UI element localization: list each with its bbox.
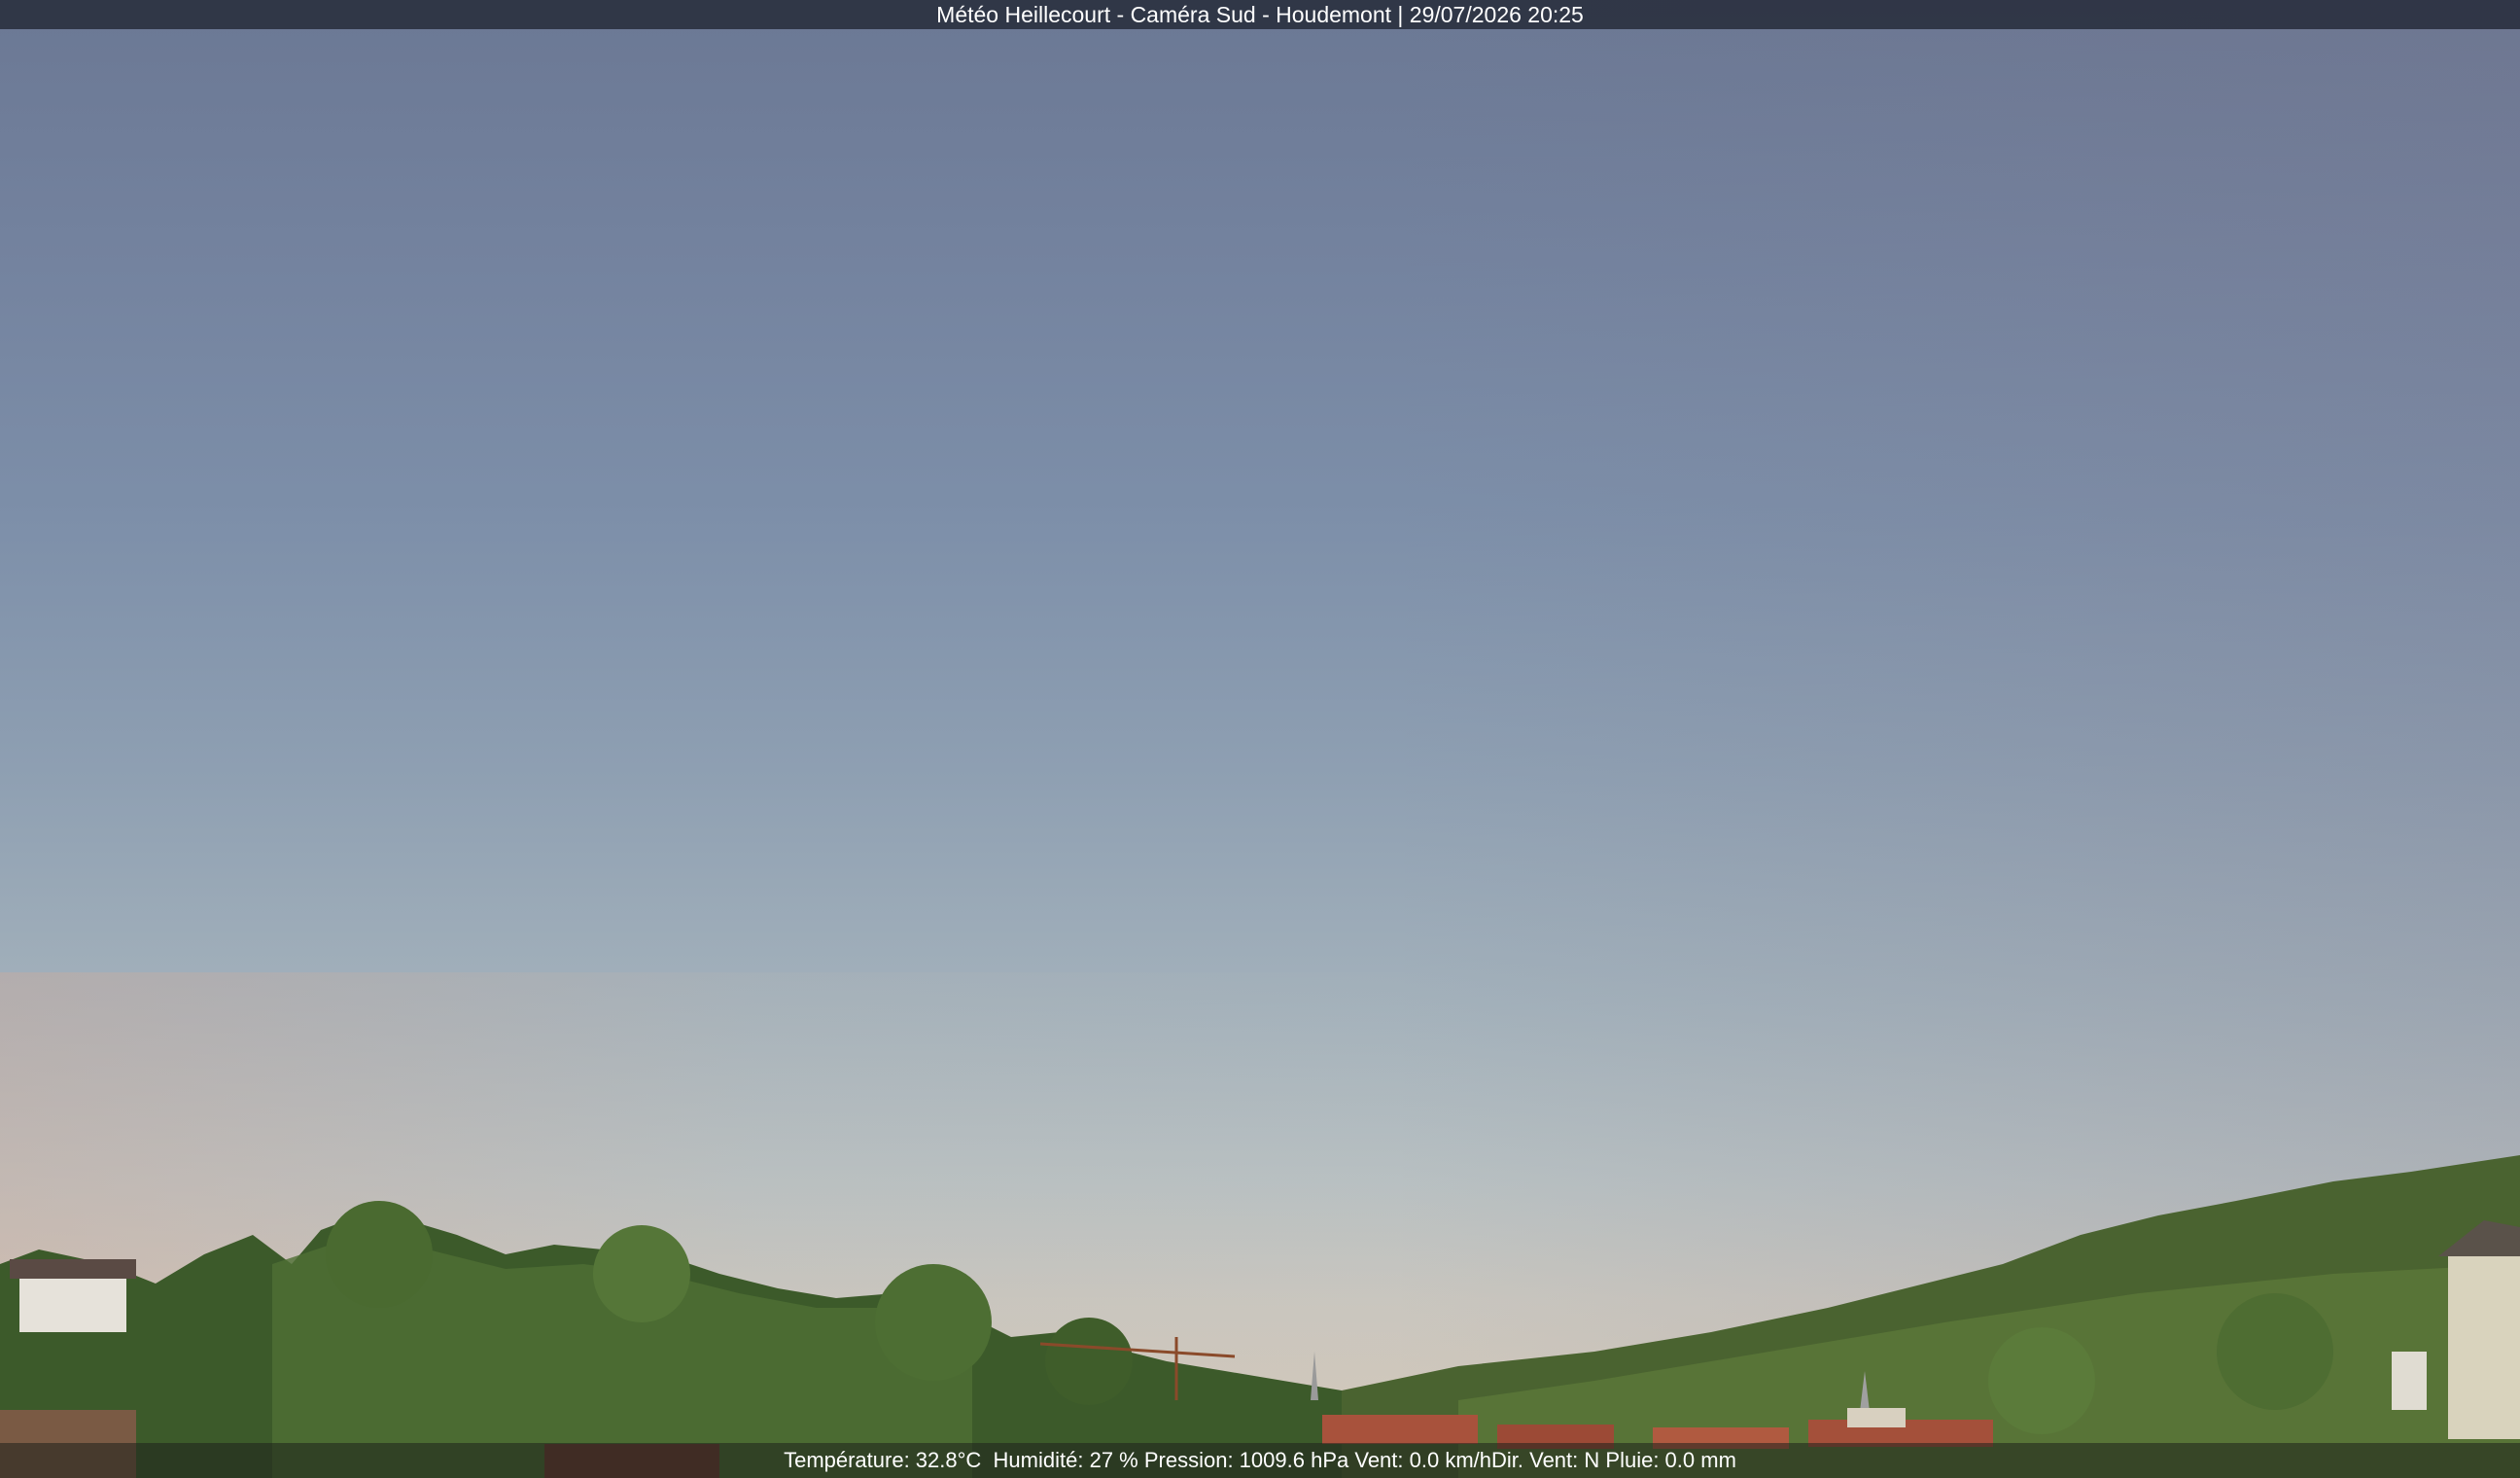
tree-crown — [875, 1264, 992, 1381]
webcam-image: Météo Heillecourt - Caméra Sud - Houdemo… — [0, 0, 2520, 1478]
tree-crown — [1045, 1318, 1133, 1405]
camera-title-bar: Météo Heillecourt - Caméra Sud - Houdemo… — [0, 0, 2520, 29]
house-roof — [10, 1259, 136, 1279]
house-wall — [1847, 1408, 1906, 1427]
building — [2448, 1254, 2520, 1439]
landscape — [0, 1155, 2520, 1478]
tree-crown — [593, 1225, 690, 1322]
house — [19, 1274, 126, 1332]
wind-direction-reading: Dir. Vent: N — [1491, 1448, 1600, 1472]
tree-crown — [326, 1201, 433, 1308]
rooftop — [1322, 1415, 1478, 1444]
rain-reading: Pluie: 0.0 mm — [1605, 1448, 1736, 1472]
tree-crown — [1988, 1327, 2095, 1434]
temperature-reading: Température: 32.8°C — [784, 1448, 982, 1472]
separator — [981, 1448, 993, 1472]
wind-speed-reading: Vent: 0.0 km/h — [1354, 1448, 1491, 1472]
camera-title: Météo Heillecourt - Caméra Sud - Houdemo… — [936, 2, 1584, 27]
house — [2392, 1352, 2427, 1410]
weather-info-bar: Température: 32.8°C Humidité: 27 % Press… — [0, 1443, 2520, 1478]
tree-crown — [2217, 1293, 2333, 1410]
pressure-reading: Pression: 1009.6 hPa — [1143, 1448, 1349, 1472]
humidity-reading: Humidité: 27 % — [993, 1448, 1138, 1472]
church-spire — [1311, 1352, 1318, 1400]
